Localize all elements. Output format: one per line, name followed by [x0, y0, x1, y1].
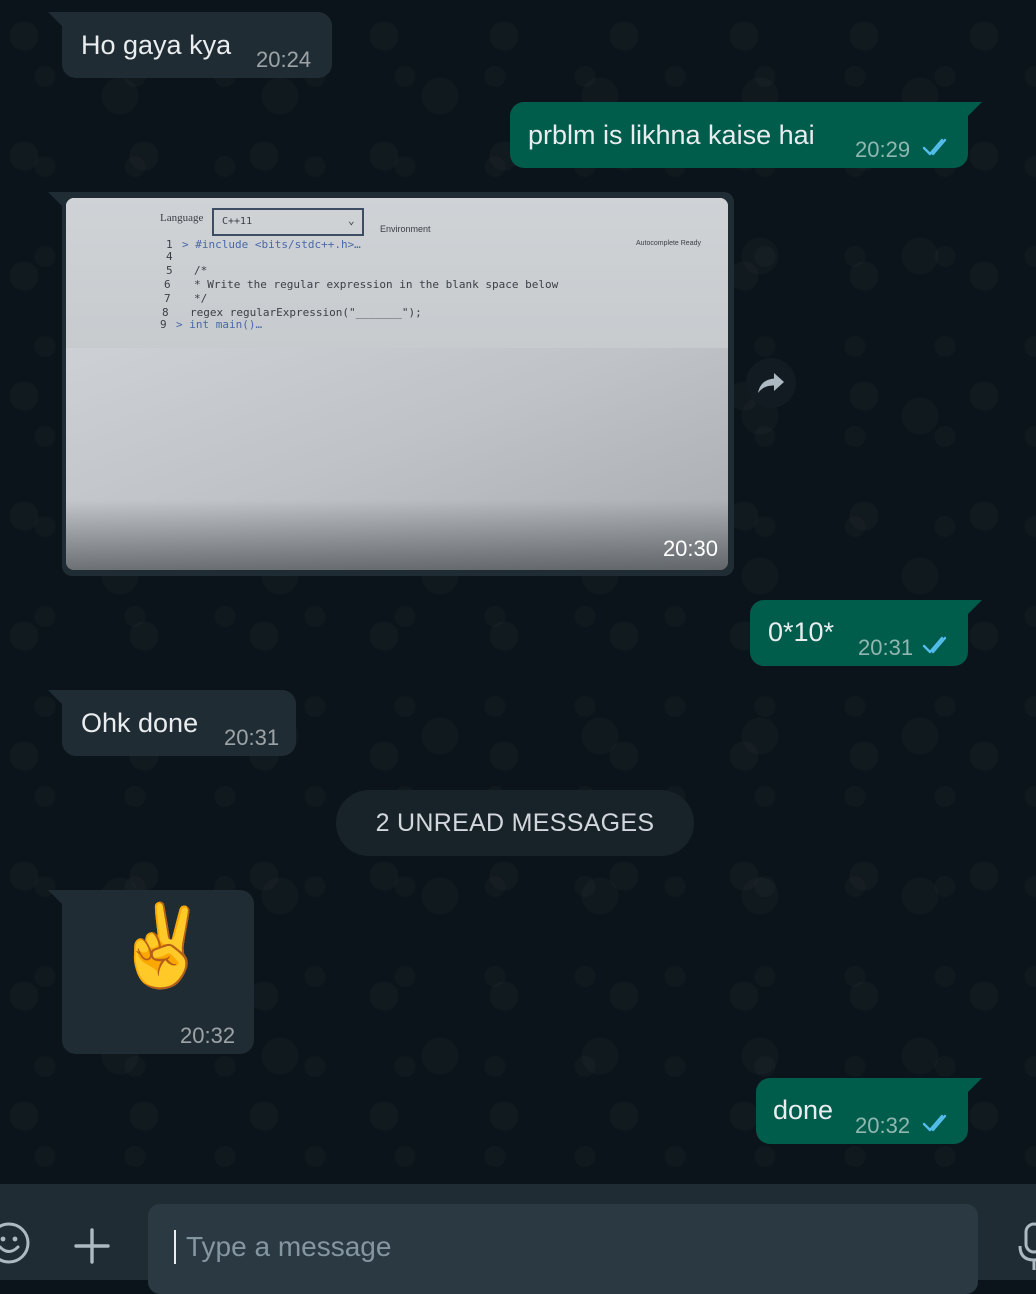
photo-code-editor: Language C++11 ⌄ Environment Autocomplet… — [66, 198, 728, 348]
photo-line-number: 4 — [166, 250, 173, 263]
photo-line-number: 9 — [160, 318, 167, 331]
photo-code-line: */ — [194, 292, 208, 305]
message-photo[interactable]: Language C++11 ⌄ Environment Autocomplet… — [66, 198, 728, 570]
photo-line-number: 5 — [166, 264, 173, 277]
photo-language-value: C++11 — [222, 216, 253, 227]
message-time: 20:32 — [855, 1113, 911, 1138]
outgoing-message[interactable]: prblm is likhna kaise hai 20:29 — [510, 102, 982, 168]
photo-code-line: * Write the regular expression in the bl… — [194, 278, 559, 291]
photo-line-number: 7 — [164, 292, 171, 305]
message-time: 20:32 — [180, 1023, 236, 1048]
text-caret — [174, 1230, 176, 1264]
emoji-icon[interactable] — [0, 1220, 32, 1266]
message-text: done — [773, 1095, 834, 1125]
incoming-emoji-message[interactable]: ✌️ 20:32 — [48, 890, 254, 1054]
photo-language-label: Language — [160, 212, 204, 224]
forward-button[interactable] — [746, 358, 796, 408]
message-time: 20:29 — [855, 137, 911, 162]
double-check-icon — [922, 138, 947, 156]
chat-panel[interactable]: Ho gaya kya 20:24 prblm is likhna kaise … — [0, 0, 1036, 1184]
mic-icon[interactable] — [1014, 1220, 1036, 1272]
message-text: Ho gaya kya — [81, 30, 232, 60]
photo-environment-label: Environment — [380, 224, 431, 234]
message-text: prblm is likhna kaise hai — [528, 120, 815, 150]
message-time: 20:31 — [858, 635, 914, 660]
incoming-message[interactable]: Ho gaya kya 20:24 — [48, 12, 332, 78]
photo-line-number: 6 — [164, 278, 171, 291]
message-time: 20:24 — [256, 47, 312, 72]
photo-code-line: /* — [194, 264, 208, 277]
victory-hand-emoji: ✌️ — [112, 899, 212, 992]
double-check-icon — [922, 1114, 947, 1132]
outgoing-message[interactable]: 0*10* 20:31 — [750, 600, 982, 666]
photo-code-line: > #include <bits/stdc++.h>… — [182, 238, 361, 251]
plus-icon[interactable] — [72, 1226, 112, 1266]
unread-messages-divider: 2 UNREAD MESSAGES — [336, 790, 694, 856]
chevron-down-icon: ⌄ — [348, 214, 355, 227]
photo-shadow — [66, 500, 728, 570]
message-time: 20:30 — [662, 536, 718, 561]
message-text: Ohk done — [81, 708, 199, 738]
outgoing-message[interactable]: done 20:32 — [756, 1078, 982, 1144]
photo-code-line: > int main()… — [176, 318, 263, 331]
message-input-placeholder: Type a message — [186, 1231, 392, 1262]
photo-autocomplete-label: Autocomplete Ready — [636, 240, 701, 247]
forward-icon — [758, 373, 784, 393]
incoming-message[interactable]: Ohk done 20:31 — [48, 690, 296, 756]
message-time: 20:31 — [224, 725, 280, 750]
message-text: 0*10* — [768, 617, 835, 647]
double-check-icon — [922, 636, 947, 654]
photo-language-select: C++11 ⌄ — [212, 208, 364, 236]
